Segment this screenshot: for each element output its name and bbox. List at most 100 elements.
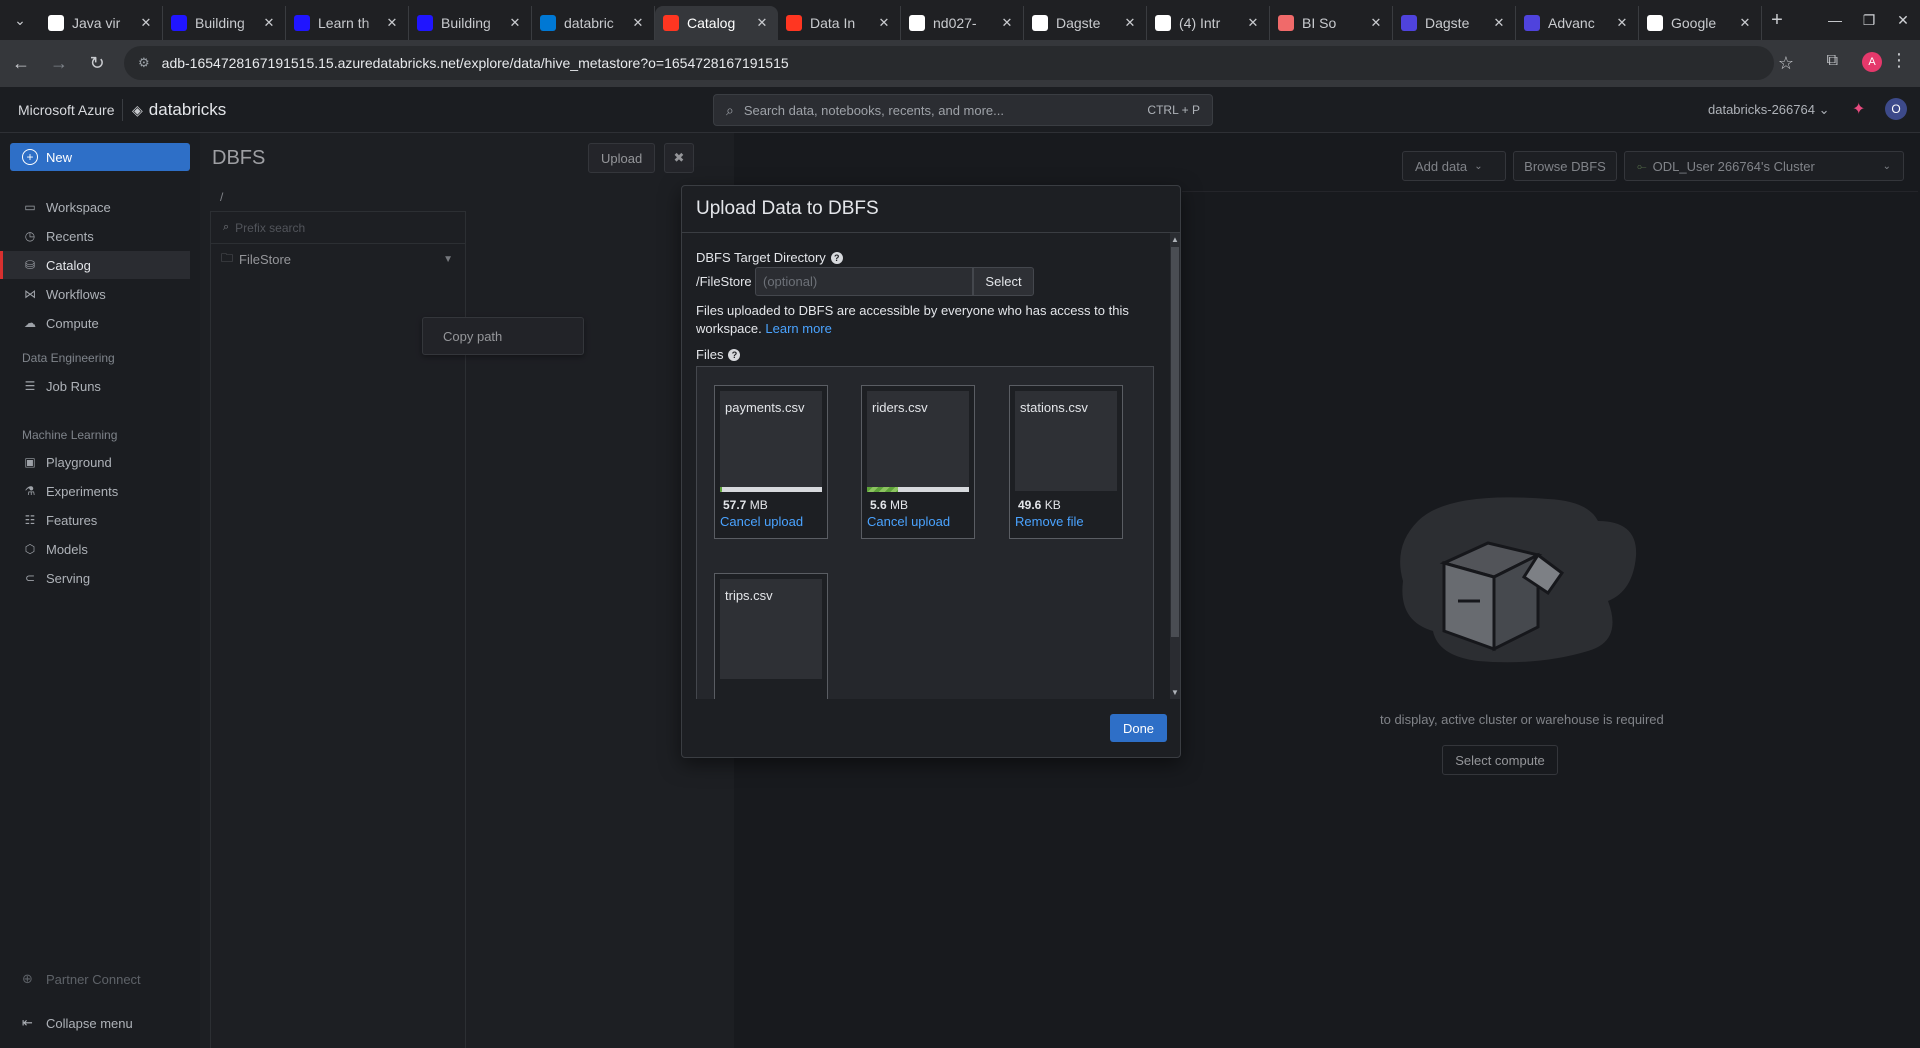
file-card: payments.csv 57.7 MB Cancel upload: [714, 385, 828, 539]
sidebar-item-recents[interactable]: ◷ Recents: [0, 222, 190, 250]
sidebar-item-experiments[interactable]: ⚗ Experiments: [0, 477, 190, 505]
close-window-icon[interactable]: ✕: [1886, 12, 1920, 29]
browser-tab[interactable]: Building ✕: [163, 6, 286, 40]
databricks-logo[interactable]: ◈ databricks: [132, 100, 226, 120]
close-tab-icon[interactable]: ✕: [1122, 15, 1138, 31]
tab-title: Learn th: [318, 15, 370, 31]
browser-tab[interactable]: Learn th ✕: [286, 6, 409, 40]
scrollbar-thumb[interactable]: [1171, 247, 1179, 637]
reload-icon[interactable]: ↻: [80, 47, 114, 81]
browser-tab[interactable]: Advanc ✕: [1516, 6, 1639, 40]
learn-more-link[interactable]: Learn more: [765, 321, 831, 336]
close-tab-icon[interactable]: ✕: [754, 15, 770, 31]
done-button[interactable]: Done: [1110, 714, 1167, 742]
chevron-down-icon: ⌄: [1474, 160, 1483, 172]
cluster-select[interactable]: ⟜ ODL_User 266764's Cluster ⌄: [1624, 151, 1904, 181]
close-tab-icon[interactable]: ✕: [630, 15, 646, 31]
add-data-button[interactable]: Add data ⌄: [1402, 151, 1506, 181]
browser-tab[interactable]: (4) Intr ✕: [1147, 6, 1270, 40]
browser-tab[interactable]: BI So ✕: [1270, 6, 1393, 40]
user-avatar[interactable]: O: [1885, 98, 1907, 120]
bookmark-star-icon[interactable]: ☆: [1778, 53, 1794, 74]
prefix-search-input[interactable]: ⌕ Prefix search: [211, 212, 465, 244]
browser-tab[interactable]: nd027- ✕: [901, 6, 1024, 40]
upload-button[interactable]: Upload: [588, 143, 656, 173]
sidebar-item-label: Workflows: [46, 286, 106, 302]
scroll-down-icon[interactable]: ▼: [1171, 688, 1179, 697]
extensions-icon[interactable]: ⧉: [1827, 52, 1838, 70]
sidebar-item-catalog[interactable]: ⛁ Catalog: [0, 251, 190, 279]
close-tab-icon[interactable]: ✕: [999, 15, 1015, 31]
microsoft-azure-logo[interactable]: Microsoft Azure: [18, 102, 114, 118]
close-tab-icon[interactable]: ✕: [384, 15, 400, 31]
back-icon[interactable]: ←: [4, 47, 38, 81]
browser-menu-icon[interactable]: ⋮: [1890, 50, 1908, 71]
udacity-icon: [294, 15, 310, 31]
sidebar-item-features[interactable]: ☷ Features: [0, 506, 190, 534]
help-icon[interactable]: ?: [728, 348, 741, 361]
new-button-label: New: [46, 149, 73, 165]
close-tab-icon[interactable]: ✕: [1737, 15, 1753, 31]
browser-tab[interactable]: Building ✕: [409, 6, 532, 40]
browser-tab[interactable]: Google ✕: [1639, 6, 1762, 40]
address-bar[interactable]: ⚙ adb-1654728167191515.15.azuredatabrick…: [124, 46, 1774, 80]
workspace-switcher[interactable]: databricks-266764 ⌄: [1708, 102, 1829, 118]
cancel-upload-link[interactable]: Cancel upload: [720, 514, 803, 529]
browse-dbfs-button[interactable]: Browse DBFS: [1513, 151, 1617, 181]
sidebar-item-compute[interactable]: ☁ Compute: [0, 309, 190, 337]
remove-file-link[interactable]: Remove file: [1015, 514, 1084, 529]
profile-avatar[interactable]: A: [1862, 52, 1882, 72]
databricks-wordmark: databricks: [148, 100, 227, 119]
close-tab-icon[interactable]: ✕: [1491, 15, 1507, 31]
search-icon: ⌕: [223, 221, 230, 233]
sidebar-item-workflows[interactable]: ⋈ Workflows: [0, 280, 190, 308]
close-panel-icon[interactable]: ✖: [664, 143, 694, 173]
sidebar-item-label: Job Runs: [46, 378, 101, 394]
maximize-icon[interactable]: ❐: [1852, 12, 1886, 29]
browser-tab[interactable]: Data In ✕: [778, 6, 901, 40]
collapse-menu-button[interactable]: ⇤ Collapse menu: [22, 1015, 133, 1031]
folder-icon: ▭: [24, 200, 36, 214]
dialog-scrollbar[interactable]: ▲ ▼: [1170, 233, 1180, 699]
target-directory-input[interactable]: [755, 267, 973, 296]
select-directory-button[interactable]: Select: [973, 267, 1034, 296]
global-search-input[interactable]: ⌕ Search data, notebooks, recents, and m…: [713, 94, 1213, 126]
close-tab-icon[interactable]: ✕: [138, 15, 154, 31]
new-tab-button[interactable]: +: [1762, 9, 1792, 32]
sidebar-item-serving[interactable]: ⊂ Serving: [0, 564, 190, 592]
browser-tab[interactable]: Java vir ✕: [40, 6, 163, 40]
browser-tab[interactable]: databric ✕: [532, 6, 655, 40]
caret-down-icon[interactable]: ▼: [443, 254, 453, 265]
cluster-status-icon: ⟜: [1637, 158, 1647, 173]
minimize-icon[interactable]: —: [1818, 12, 1852, 28]
empty-box-illustration: [1400, 497, 1637, 663]
partner-connect-link[interactable]: ⊕ Partner Connect: [22, 971, 141, 987]
select-compute-button[interactable]: Select compute: [1442, 745, 1558, 775]
close-tab-icon[interactable]: ✕: [876, 15, 892, 31]
close-tab-icon[interactable]: ✕: [1368, 15, 1384, 31]
sidebar-item-job-runs[interactable]: ☰ Job Runs: [0, 372, 190, 400]
tree-item-filestore[interactable]: 🗀 FileStore ▼: [211, 244, 465, 274]
site-info-icon[interactable]: ⚙: [138, 55, 150, 71]
help-icon[interactable]: ?: [830, 251, 843, 264]
files-dropzone[interactable]: payments.csv 57.7 MB Cancel upload riders.c…: [696, 366, 1154, 699]
databricks-icon: [786, 15, 802, 31]
tab-search-dropdown-icon[interactable]: ⌄: [0, 0, 40, 40]
close-tab-icon[interactable]: ✕: [507, 15, 523, 31]
scroll-up-icon[interactable]: ▲: [1171, 235, 1179, 244]
context-menu-copy-path[interactable]: Copy path: [422, 317, 584, 355]
sidebar-item-workspace[interactable]: ▭ Workspace: [0, 193, 190, 221]
browser-tab[interactable]: Catalog ✕: [655, 6, 778, 40]
close-tab-icon[interactable]: ✕: [1245, 15, 1261, 31]
new-button[interactable]: + New: [10, 143, 190, 171]
cancel-upload-link[interactable]: Cancel upload: [867, 514, 950, 529]
sidebar-item-playground[interactable]: ▣ Playground: [0, 448, 190, 476]
assistant-sparkle-icon[interactable]: ✦: [1852, 99, 1865, 119]
models-icon: ⬡: [24, 542, 36, 556]
browser-tab[interactable]: Dagste ✕: [1024, 6, 1147, 40]
sidebar-item-models[interactable]: ⬡ Models: [0, 535, 190, 563]
forward-icon[interactable]: →: [42, 47, 76, 81]
close-tab-icon[interactable]: ✕: [261, 15, 277, 31]
close-tab-icon[interactable]: ✕: [1614, 15, 1630, 31]
browser-tab[interactable]: Dagste ✕: [1393, 6, 1516, 40]
